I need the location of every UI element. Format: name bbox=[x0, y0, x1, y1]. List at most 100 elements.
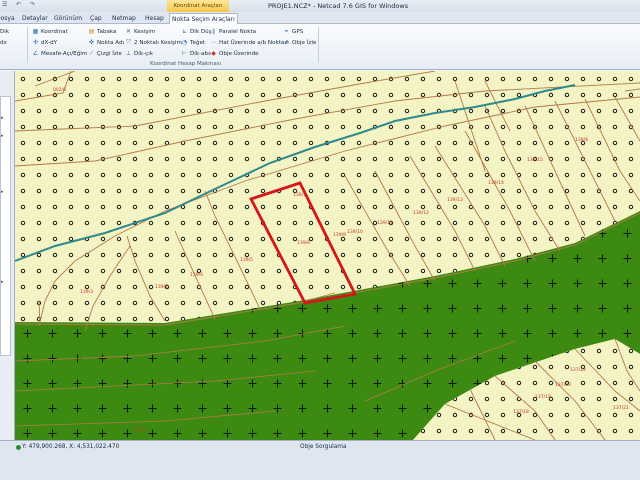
dik-dus-button[interactable]: ⊾ Dik Düş bbox=[181, 27, 212, 36]
cizgi-izle-label: Çizgi İzle bbox=[97, 50, 122, 57]
teget-label: Teğet bbox=[190, 39, 206, 46]
parcel-label: 137/20 bbox=[555, 382, 571, 388]
dik-cik-label: Dik-çık bbox=[134, 50, 153, 57]
dx-label: dx bbox=[0, 39, 7, 46]
dik-cik-button[interactable]: ⊥ Dik-çık bbox=[125, 49, 153, 58]
mesafe-aci-egim-button[interactable]: ∠ Mesafe-Açı/Eğim bbox=[32, 49, 87, 58]
parcel-label: 137/3 bbox=[133, 427, 146, 433]
parallel-icon: ∥ bbox=[212, 28, 215, 35]
ribbon-dx-button[interactable]: dx bbox=[0, 38, 7, 47]
object-trace-icon: ↗ bbox=[283, 39, 290, 46]
cizgi-izle-button[interactable]: ⟋ Çizgi İzle bbox=[88, 49, 122, 58]
dx-dy-button[interactable]: ✣ dX-dY bbox=[32, 38, 57, 47]
parcel-label: 139/4 bbox=[190, 272, 203, 278]
hat-uzerinde-ab-label: Hat Üzerinde a/b Noktası bbox=[219, 39, 289, 46]
gps-label: GPS bbox=[292, 28, 304, 35]
dik-abs-label: Dik-abs bbox=[190, 50, 212, 57]
menu-icon[interactable]: ☰ bbox=[2, 1, 10, 9]
parcel-label: 137/19 bbox=[535, 394, 551, 400]
redo-icon[interactable]: ↷ bbox=[30, 1, 38, 9]
ribbon-dik-button[interactable]: Dik bbox=[0, 27, 9, 36]
grid-icon: ▦ bbox=[32, 28, 39, 35]
parcel-label: 139/3 bbox=[80, 289, 93, 295]
map-drawing[interactable]: 002/6 139/3 139/2 139/4 139/5 139/6 139/… bbox=[15, 71, 640, 440]
tangent-icon: ◔ bbox=[181, 39, 188, 46]
perpendicular-out-icon: ⊥ bbox=[125, 50, 132, 57]
title-bar: ☰ ↶ ↷ Koordinat Araçları PROJE1.NCZ* - N… bbox=[0, 0, 640, 12]
left-dock-panel[interactable]: ▸ ▸ ▸ ▸ bbox=[0, 71, 15, 440]
tab-dosya[interactable]: Dosya bbox=[0, 13, 17, 24]
paralel-nokta-label: Paralel Nokta bbox=[219, 28, 257, 35]
ribbon-separator bbox=[318, 27, 319, 63]
line-trace-icon: ⟋ bbox=[89, 50, 94, 57]
parcel-label: 139/7 bbox=[293, 192, 306, 198]
parcel-label: 139/15 bbox=[527, 157, 543, 163]
tab-nokta-secim-araclari[interactable]: Nokta Seçim Araçları bbox=[169, 13, 238, 24]
angle-icon: ∠ bbox=[32, 50, 39, 57]
tab-detaylar[interactable]: Detaylar bbox=[20, 13, 50, 24]
dik-dus-label: Dik Düş bbox=[190, 28, 212, 35]
dik-label: Dik bbox=[0, 28, 10, 35]
koordinat-label: Koordinat bbox=[41, 28, 68, 35]
obje-izle-label: Obje İzle bbox=[292, 39, 317, 46]
parcel-label: 139/11 bbox=[377, 220, 393, 226]
panel-pin-icon[interactable]: ▸ bbox=[1, 189, 9, 197]
ribbon-separator bbox=[27, 27, 28, 63]
dx-dy-label: dX-dY bbox=[41, 39, 58, 46]
nokta-adi-label: Nokta Adı bbox=[97, 39, 125, 46]
perpendicular-drop-icon: ⊾ bbox=[181, 28, 188, 35]
contextual-tab-header: Koordinat Araçları bbox=[167, 0, 229, 12]
tab-hesap[interactable]: Hesap bbox=[143, 13, 166, 24]
paralel-nokta-button[interactable]: ∥ Paralel Nokta bbox=[210, 27, 256, 36]
abscissa-icon: ⊢ bbox=[181, 50, 188, 57]
parcel-label: 137/18 bbox=[513, 409, 529, 415]
object-point-icon: ◆ bbox=[211, 50, 216, 57]
ribbon-group-label: Koordinat Hesap Makinası bbox=[150, 61, 222, 67]
parcel-label: 139/2 bbox=[155, 284, 168, 290]
panel-pin-icon[interactable]: ▸ bbox=[1, 279, 9, 287]
gps-icon: ⌖ bbox=[284, 28, 289, 35]
obje-izle-button[interactable]: ↗ Obje İzle bbox=[283, 38, 316, 47]
status-mode: Obje Sorgulama bbox=[300, 444, 347, 450]
iki-noktali-kesisim-label: 2 Noktalı Kesişim bbox=[134, 39, 182, 46]
tab-cap[interactable]: Çap bbox=[88, 13, 104, 24]
layer-icon: ▤ bbox=[88, 28, 95, 35]
parcel-label: 139/12 bbox=[413, 210, 429, 216]
status-indicator-icon bbox=[16, 445, 21, 450]
obje-uzerinde-label: Obje Üzerinde bbox=[219, 50, 259, 57]
hat-uzerinde-ab-button[interactable]: ⋯ Hat Üzerinde a/b Noktası bbox=[210, 38, 289, 47]
kesisim-label: Kesişim bbox=[134, 28, 156, 35]
line-point-icon: ⋯ bbox=[210, 39, 217, 46]
parcel-label: 139/13 bbox=[447, 197, 463, 203]
parcel-label: 139/9 bbox=[333, 232, 346, 238]
parcel-label: 139/8 bbox=[575, 137, 588, 143]
tabaka-label: Tabaka bbox=[97, 28, 117, 35]
parcel-label: 002/6 bbox=[53, 87, 66, 93]
mesafe-label: Mesafe-Açı/Eğim bbox=[41, 50, 88, 57]
ribbon-tabs: Dosya Detaylar Görünüm Çap Netmap Hesap … bbox=[0, 12, 640, 24]
point-name-icon: ✜ bbox=[88, 39, 95, 46]
iki-noktali-kesisim-button[interactable]: ⤧ 2 Noktalı Kesişim bbox=[125, 38, 182, 47]
tabaka-button[interactable]: ▤ Tabaka bbox=[88, 27, 117, 36]
tab-gorunum[interactable]: Görünüm bbox=[52, 13, 84, 24]
gps-button[interactable]: ⌖ GPS bbox=[283, 27, 303, 36]
parcel-label: 139/10 bbox=[347, 229, 363, 235]
parcel-label: 139/5 bbox=[240, 257, 253, 263]
parcel-label: 139/14 bbox=[488, 180, 504, 186]
tab-netmap[interactable]: Netmap bbox=[110, 13, 138, 24]
undo-icon[interactable]: ↶ bbox=[16, 1, 24, 9]
kesisim-button[interactable]: ✕ Kesişim bbox=[125, 27, 155, 36]
panel-pin-icon[interactable]: ▸ bbox=[1, 115, 9, 123]
dik-abs-button[interactable]: ⊢ Dik-abs bbox=[181, 49, 211, 58]
map-canvas[interactable]: 002/6 139/3 139/2 139/4 139/5 139/6 139/… bbox=[15, 71, 640, 440]
parcel-label: 137/22 bbox=[570, 367, 586, 373]
dxdy-icon: ✣ bbox=[32, 39, 39, 46]
status-bar: Y: 479,900.268, X: 4,531,022.470 Obje So… bbox=[0, 440, 640, 480]
koordinat-button[interactable]: ▦ Koordinat bbox=[32, 27, 68, 36]
coordinate-readout: Y: 479,900.268, X: 4,531,022.470 bbox=[22, 444, 120, 450]
window-title: PROJE1.NCZ* - Netcad 7.6 GIS for Windows bbox=[268, 2, 409, 10]
obje-uzerinde-button[interactable]: ◆ Obje Üzerinde bbox=[210, 49, 259, 58]
nokta-adi-button[interactable]: ✜ Nokta Adı bbox=[88, 38, 124, 47]
panel-pin-icon[interactable]: ▸ bbox=[1, 133, 9, 141]
teget-button[interactable]: ◔ Teğet bbox=[181, 38, 205, 47]
